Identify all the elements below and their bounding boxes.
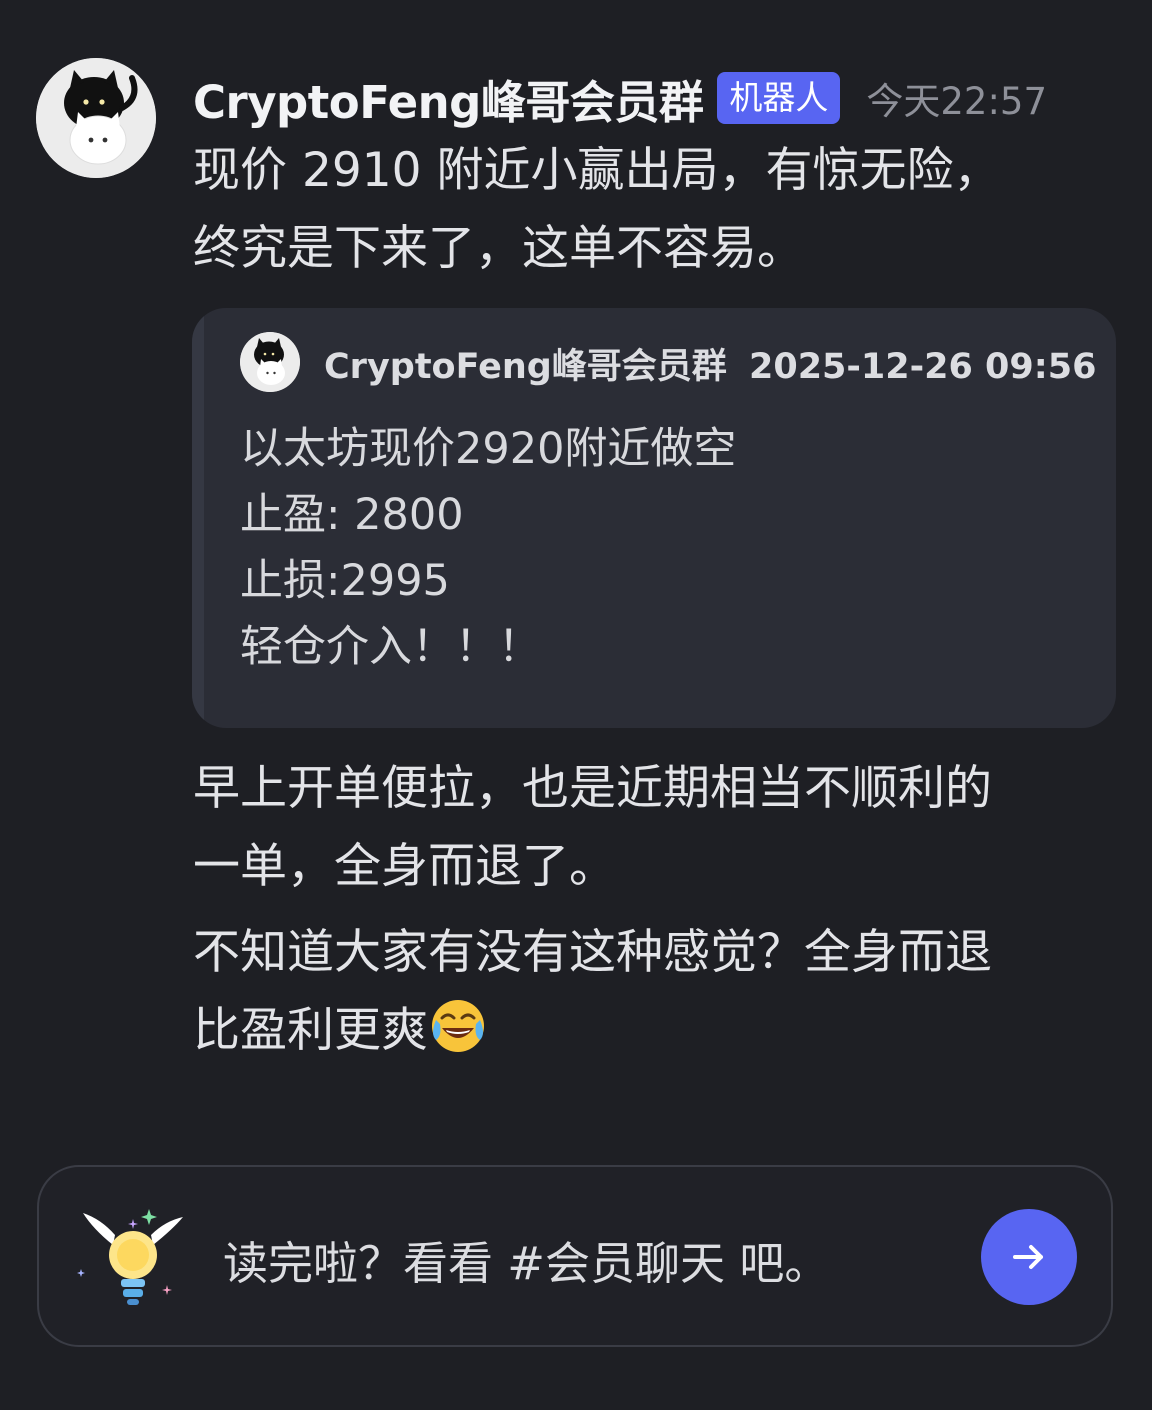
message-paragraph-3: 不知道大家有没有这种感觉？全身而退 比盈利更爽: [193, 914, 1123, 1070]
message-header: CryptoFeng峰哥会员群 机器人 今天22:57: [193, 66, 1047, 130]
chat-page: CryptoFeng峰哥会员群 机器人 今天22:57 现价 2910 附近小赢…: [0, 0, 1152, 1410]
quote-line: 止损:2995: [240, 556, 450, 606]
quote-bar: [192, 308, 204, 728]
quote-avatar: [240, 332, 300, 392]
message-line: 早上开单便拉，也是近期相当不顺利的: [193, 761, 992, 816]
quote-datetime: 2025-12-26 09:56: [748, 347, 1097, 387]
message-paragraph-2: 早上开单便拉，也是近期相当不顺利的 一单，全身而退了。: [193, 750, 1123, 906]
author-name[interactable]: CryptoFeng峰哥会员群: [193, 66, 704, 131]
message-line: 终究是下来了，这单不容易。: [193, 221, 804, 276]
yin-yang-cat-icon: [36, 58, 156, 178]
quote-line: 轻仓介入！！！: [240, 622, 541, 672]
bot-badge: 机器人: [717, 72, 841, 124]
message-line: 不知道大家有没有这种感觉？全身而退: [193, 925, 992, 980]
quoted-message[interactable]: CryptoFeng峰哥会员群 2025-12-26 09:56 以太坊现价29…: [192, 308, 1116, 728]
message-paragraph-1: 现价 2910 附近小赢出局，有惊无险， 终究是下来了，这单不容易。: [193, 132, 1123, 288]
quote-body: 以太坊现价2920附近做空 止盈: 2800 止损:2995 轻仓介入！！！: [240, 416, 736, 680]
read-complete-prompt[interactable]: 读完啦？看看 #会员聊天 吧。: [37, 1165, 1113, 1347]
face-with-tears-of-joy-icon: [432, 1000, 484, 1052]
message-line: 现价 2910 附近小赢出局，有惊无险，: [193, 143, 1001, 198]
quote-author: CryptoFeng峰哥会员群: [324, 347, 727, 387]
message-timestamp: 今天22:57: [866, 80, 1048, 123]
winged-lightbulb-icon: [77, 1209, 183, 1305]
avatar[interactable]: [36, 58, 156, 178]
arrow-right-icon: [1013, 1245, 1043, 1269]
yin-yang-cat-icon: [240, 332, 300, 392]
go-to-chat-button[interactable]: [981, 1209, 1077, 1305]
prompt-text: 读完啦？看看 #会员聊天 吧。: [223, 1237, 830, 1290]
quote-header: CryptoFeng峰哥会员群 2025-12-26 09:56: [324, 338, 1096, 389]
message-line-with-emoji: 比盈利更爽: [193, 992, 1123, 1070]
message-line: 一单，全身而退了。: [193, 839, 616, 894]
quote-line: 止盈: 2800: [240, 490, 464, 540]
quote-line: 以太坊现价2920附近做空: [240, 424, 737, 474]
message-text: 比盈利更爽: [193, 1003, 428, 1058]
